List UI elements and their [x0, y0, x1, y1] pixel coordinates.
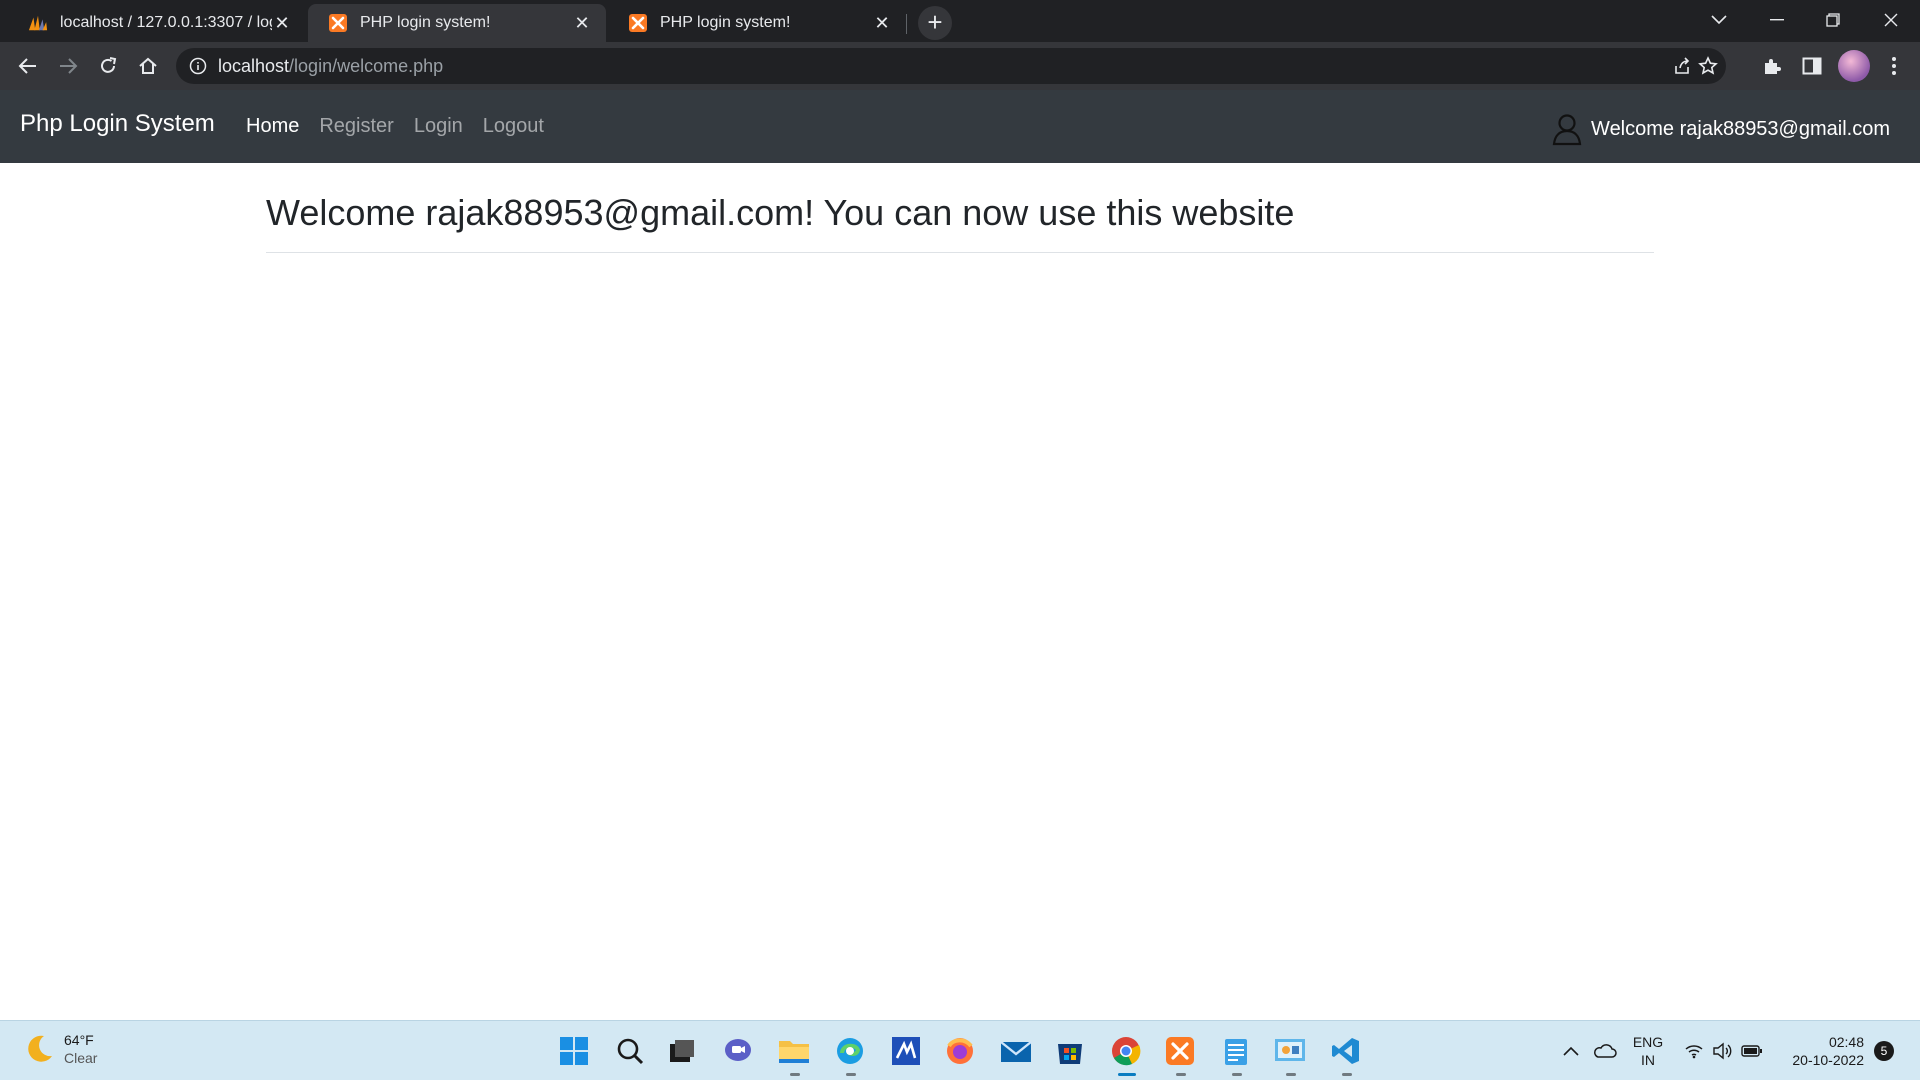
weather-temp: 64°F	[64, 1032, 94, 1048]
close-icon[interactable]: ✕	[872, 13, 892, 34]
minimize-button[interactable]	[1754, 0, 1800, 40]
back-arrow-icon[interactable]	[12, 50, 44, 82]
address-bar[interactable]: localhost/login/welcome.php	[176, 48, 1726, 84]
language-indicator[interactable]: ENG IN	[1630, 1033, 1666, 1069]
tab-search-chevron-icon[interactable]	[1696, 0, 1742, 40]
wifi-icon[interactable]	[1680, 1031, 1708, 1071]
browser-tab-strip: localhost / 127.0.0.1:3307 / login ✕ PHP…	[0, 0, 1920, 42]
running-indicator	[846, 1073, 856, 1076]
running-indicator	[1232, 1073, 1242, 1076]
control-panel-icon[interactable]	[1270, 1031, 1310, 1071]
nav-links: Home Register Login Logout	[246, 115, 564, 138]
forward-arrow-icon[interactable]	[52, 50, 84, 82]
main-content: Welcome rajak88953@gmail.com! You can no…	[266, 192, 1654, 253]
nav-link-register[interactable]: Register	[319, 115, 393, 138]
chrome-icon[interactable]	[1106, 1031, 1146, 1071]
nav-user-greeting: Welcome rajak88953@gmail.com	[1551, 112, 1890, 146]
navbar-brand[interactable]: Php Login System	[20, 110, 215, 138]
new-tab-button[interactable]: +	[918, 6, 952, 40]
tab-title: localhost / 127.0.0.1:3307 / login	[60, 14, 272, 31]
nav-link-logout[interactable]: Logout	[483, 115, 544, 138]
task-view-icon[interactable]	[662, 1031, 702, 1071]
bookmark-star-icon[interactable]	[1692, 50, 1724, 82]
running-indicator	[1176, 1073, 1186, 1076]
tab-php-login[interactable]: PHP login system! ✕	[608, 4, 906, 42]
show-hidden-icons-chevron-icon[interactable]	[1556, 1031, 1586, 1071]
xampp-control-icon[interactable]	[1160, 1031, 1200, 1071]
browser-toolbar: localhost/login/welcome.php	[0, 42, 1920, 90]
windows-taskbar: 64°F Clear ENG IN 02:48 20-10-2022 5	[0, 1020, 1920, 1080]
user-welcome-text: Welcome rajak88953@gmail.com	[1591, 117, 1890, 140]
moon-icon	[22, 1032, 56, 1066]
weather-widget[interactable]: 64°F Clear	[22, 1031, 97, 1067]
close-window-button[interactable]	[1868, 0, 1914, 40]
restore-button[interactable]	[1810, 0, 1856, 40]
welcome-heading: Welcome rajak88953@gmail.com! You can no…	[266, 192, 1654, 253]
vscode-icon[interactable]	[1326, 1031, 1366, 1071]
close-icon[interactable]: ✕	[572, 13, 592, 34]
tab-title: PHP login system!	[660, 14, 791, 31]
mail-icon[interactable]	[996, 1031, 1036, 1071]
site-navbar: Php Login System Home Register Login Log…	[0, 90, 1920, 163]
extensions-puzzle-icon[interactable]	[1756, 50, 1788, 82]
more-menu-icon[interactable]	[1878, 50, 1910, 82]
notification-badge[interactable]: 5	[1874, 1041, 1894, 1061]
onedrive-cloud-icon[interactable]	[1590, 1031, 1620, 1071]
running-indicator	[790, 1073, 800, 1076]
side-panel-icon[interactable]	[1796, 50, 1828, 82]
tab-phpmyadmin[interactable]: localhost / 127.0.0.1:3307 / login ✕	[8, 4, 306, 42]
close-icon[interactable]: ✕	[272, 13, 292, 34]
vscode-insiders-icon[interactable]	[886, 1031, 926, 1071]
clock-date: 20-10-2022	[1792, 1052, 1864, 1068]
reload-icon[interactable]	[92, 50, 124, 82]
search-icon[interactable]	[610, 1031, 650, 1071]
firefox-icon[interactable]	[940, 1031, 980, 1071]
phpmyadmin-icon	[28, 13, 48, 33]
tab-title: PHP login system!	[360, 14, 491, 31]
running-indicator-active	[1118, 1073, 1136, 1076]
file-explorer-icon[interactable]	[774, 1031, 814, 1071]
teams-chat-icon[interactable]	[718, 1031, 758, 1071]
url-text[interactable]: localhost/login/welcome.php	[218, 56, 443, 77]
clock[interactable]: 02:48 20-10-2022	[1778, 1033, 1864, 1069]
user-icon	[1551, 112, 1583, 146]
edge-browser-icon[interactable]	[830, 1031, 870, 1071]
home-icon[interactable]	[132, 50, 164, 82]
tab-php-login-active[interactable]: PHP login system! ✕	[308, 4, 606, 42]
running-indicator	[1342, 1073, 1352, 1076]
battery-icon[interactable]	[1738, 1031, 1766, 1071]
volume-icon[interactable]	[1708, 1031, 1736, 1071]
notepad-icon[interactable]	[1216, 1031, 1256, 1071]
site-info-icon[interactable]	[188, 56, 208, 76]
xampp-icon	[628, 13, 648, 33]
microsoft-store-icon[interactable]	[1050, 1031, 1090, 1071]
weather-condition: Clear	[64, 1050, 98, 1066]
profile-avatar[interactable]	[1838, 50, 1870, 82]
xampp-icon	[328, 13, 348, 33]
nav-link-login[interactable]: Login	[414, 115, 463, 138]
tab-divider	[906, 14, 907, 34]
nav-link-home[interactable]: Home	[246, 115, 299, 138]
clock-time: 02:48	[1828, 1034, 1864, 1050]
running-indicator	[1286, 1073, 1296, 1076]
windows-start-icon[interactable]	[554, 1031, 594, 1071]
